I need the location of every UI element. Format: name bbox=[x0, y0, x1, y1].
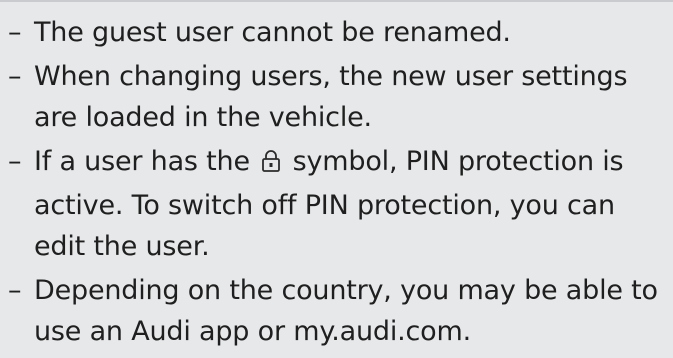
bullet-dash: – bbox=[8, 146, 22, 177]
note-item-audi-app: – Depending on the country, you may be a… bbox=[0, 270, 673, 352]
notes-panel: – The guest user cannot be renamed. – Wh… bbox=[0, 0, 673, 358]
note-item-guest-rename: – The guest user cannot be renamed. bbox=[0, 12, 673, 53]
note-text: The guest user cannot be renamed. bbox=[34, 17, 511, 48]
note-text: Depending on the country, you may be abl… bbox=[34, 275, 658, 347]
notes-list: – The guest user cannot be renamed. – Wh… bbox=[0, 2, 673, 352]
bullet-dash: – bbox=[8, 61, 22, 92]
note-text-before-icon: If a user has the bbox=[34, 146, 250, 177]
note-item-changing-users: – When changing users, the new user sett… bbox=[0, 56, 673, 138]
bullet-dash: – bbox=[8, 17, 22, 48]
note-text: When changing users, the new user settin… bbox=[34, 61, 628, 133]
bullet-dash: – bbox=[8, 275, 22, 306]
note-item-pin-protection: – If a user has the symbol, PIN protecti… bbox=[0, 141, 673, 267]
lock-icon bbox=[260, 144, 282, 185]
